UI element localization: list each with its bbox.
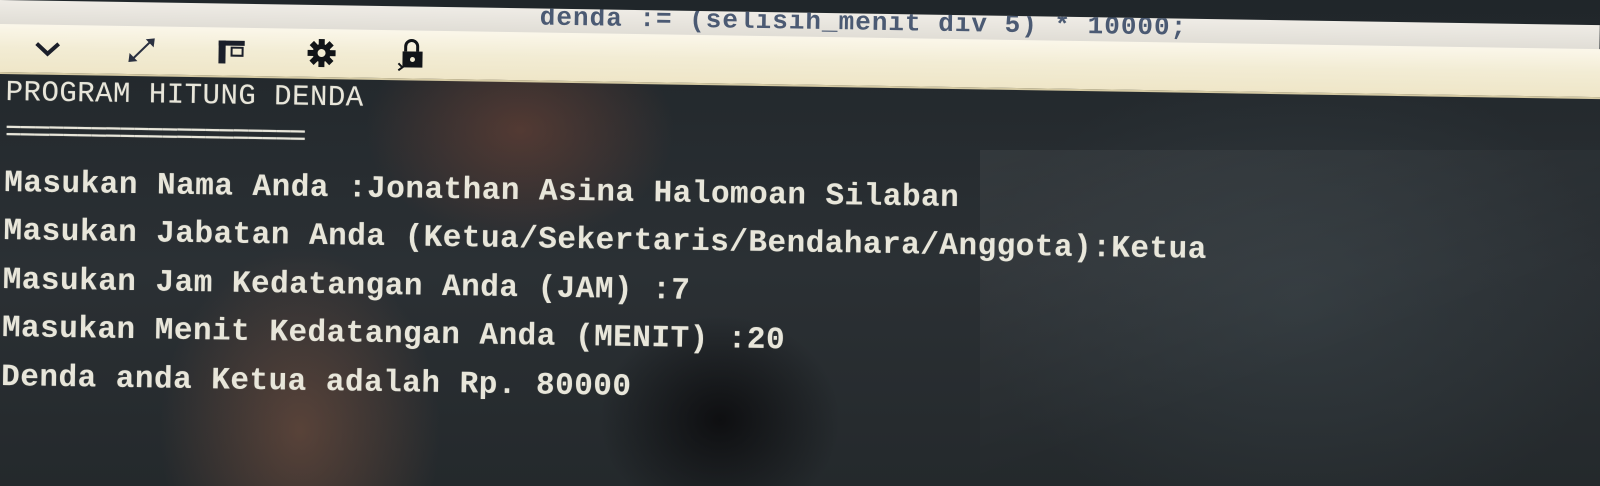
lock-button[interactable] [391,36,432,73]
panel-layout-icon [218,40,245,64]
maximize-button[interactable] [121,32,162,69]
input-minute-line: Masukan Menit Kedatangan Anda (MENIT) :2… [1,310,786,359]
input-name-line: Masukan Nama Anda :Jonathan Asina Halomo… [3,165,960,216]
input-position-line: Masukan Jabatan Anda (Ketua/Sekertaris/B… [3,213,1208,268]
chevron-down-icon [35,42,61,57]
expand-arrows-icon [128,38,155,63]
title-separator: ===================== [4,115,304,154]
collapse-button[interactable] [27,30,68,67]
lock-icon [397,38,423,72]
layout-button[interactable] [211,33,252,70]
fine-result-line: Denda anda Ketua adalah Rp. 80000 [0,359,632,405]
console-output: PROGRAM HITUNG DENDA ===================… [0,70,1586,486]
gear-icon [307,39,336,68]
program-title: PROGRAM HITUNG DENDA [5,75,364,115]
settings-button[interactable] [301,35,342,72]
screen: denda := (selisih_menit div 5) * 10000; [0,0,1600,486]
input-hour-line: Masukan Jam Kedatangan Anda (JAM) :7 [2,262,691,309]
